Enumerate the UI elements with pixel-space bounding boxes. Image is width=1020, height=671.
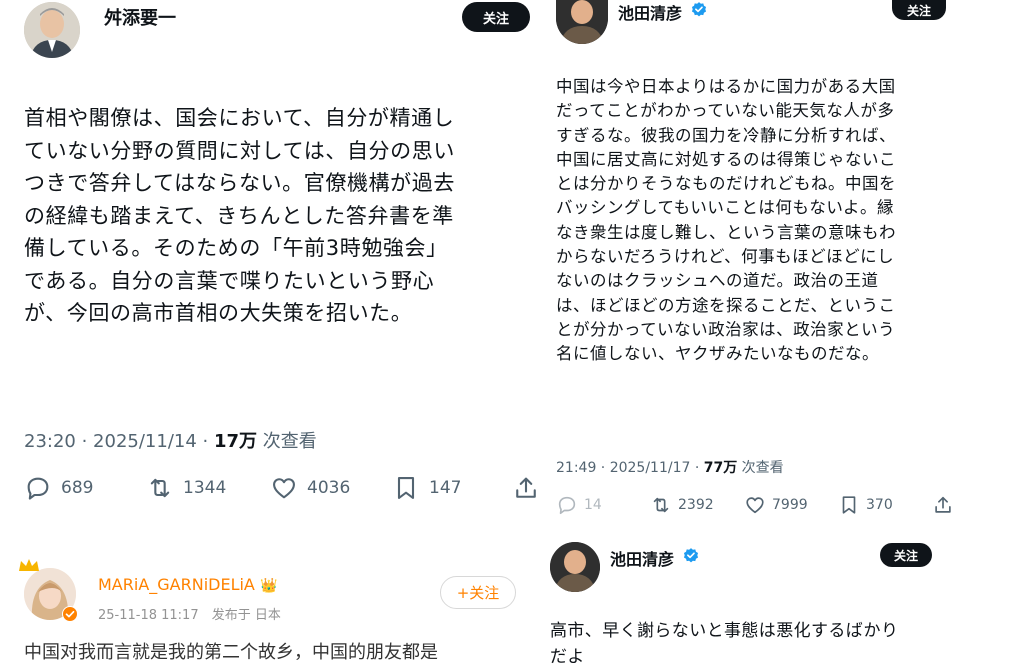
post-timestamp[interactable]: 23:20 · 2025/11/14 · 17万 次查看 (24, 427, 317, 453)
avatar-image (24, 2, 80, 58)
member-badge-icon: 👑 (259, 578, 278, 594)
author-name[interactable]: 舛添要一 (104, 4, 176, 30)
reply-count: 689 (61, 478, 94, 498)
reply-count: 14 (584, 497, 602, 513)
like-icon (273, 478, 295, 499)
post-meta: 25-11-18 11:17 发布于 日本 (98, 604, 281, 623)
bookmark-button[interactable]: 147 (392, 474, 461, 502)
bookmark-count: 370 (866, 497, 893, 513)
like-icon (746, 497, 764, 514)
post-text: 中国对我而言就是我的第二个故乡，中国的朋友都是 (24, 642, 438, 663)
avatar[interactable] (556, 0, 608, 44)
like-count: 7999 (772, 497, 808, 513)
verified-badge-icon (691, 2, 707, 17)
post-source: 发布于 日本 (211, 608, 281, 623)
follow-button[interactable]: 关注 (892, 0, 946, 20)
repost-count: 1344 (183, 478, 227, 498)
avatar-image (550, 542, 600, 592)
view-suffix: 次查看 (257, 431, 317, 452)
author-name[interactable]: 池田清彦 (618, 0, 682, 24)
reply-button[interactable]: 14 (556, 494, 602, 516)
post-text: 首相や閣僚は、国会において、自分が精通し ていない分野の質問に対しては、自分の思… (24, 106, 455, 325)
view-count: 17万 (213, 431, 258, 452)
repost-count: 2392 (678, 497, 714, 513)
bookmark-button[interactable]: 370 (838, 494, 893, 516)
post-text: 中国は今や日本よりはるかに国力がある大国 だってことがわかっていない能天気な人が… (556, 77, 896, 364)
repost-icon (653, 497, 669, 513)
share-icon (935, 496, 951, 513)
verified-badge-icon (683, 548, 699, 563)
view-suffix: 次查看 (737, 460, 784, 476)
verified-badge-icon (62, 606, 78, 622)
view-count: 77万 (703, 460, 738, 476)
like-button[interactable]: 7999 (744, 494, 808, 516)
reply-button[interactable]: 689 (24, 474, 93, 502)
post-text: 高市、早く謝らないと事態は悪化するばかり だよ (550, 621, 899, 667)
like-count: 4036 (307, 478, 351, 498)
reply-icon (558, 496, 576, 515)
repost-icon (150, 478, 170, 498)
follow-button[interactable]: +关注 (440, 576, 516, 609)
author-name-text: MARiA_GARNiDELiA (98, 575, 255, 594)
share-button[interactable] (932, 494, 954, 516)
follow-button[interactable]: 关注 (462, 2, 530, 32)
author-name[interactable]: 池田清彦 (610, 546, 674, 570)
repost-button[interactable]: 2392 (650, 494, 714, 516)
bookmark-count: 147 (429, 478, 462, 498)
avatar[interactable] (24, 2, 80, 58)
reply-icon (27, 477, 49, 500)
crown-icon (19, 559, 39, 571)
avatar-image (556, 0, 608, 44)
follow-button[interactable]: 关注 (880, 543, 932, 567)
avatar[interactable] (550, 542, 600, 592)
post-time: 21:49 · 2025/11/17 · (556, 460, 704, 476)
post-timestamp[interactable]: 21:49 · 2025/11/17 · 77万 次查看 (556, 457, 784, 477)
bookmark-icon (842, 496, 856, 514)
repost-button[interactable]: 1344 (146, 474, 226, 502)
like-button[interactable]: 4036 (270, 474, 350, 502)
post-time: 25-11-18 11:17 (98, 608, 199, 623)
author-name[interactable]: MARiA_GARNiDELiA 👑 (98, 575, 277, 594)
share-icon (516, 477, 536, 498)
post-time: 23:20 · 2025/11/14 · (24, 431, 214, 452)
bookmark-icon (397, 477, 415, 499)
share-button[interactable] (512, 474, 540, 502)
